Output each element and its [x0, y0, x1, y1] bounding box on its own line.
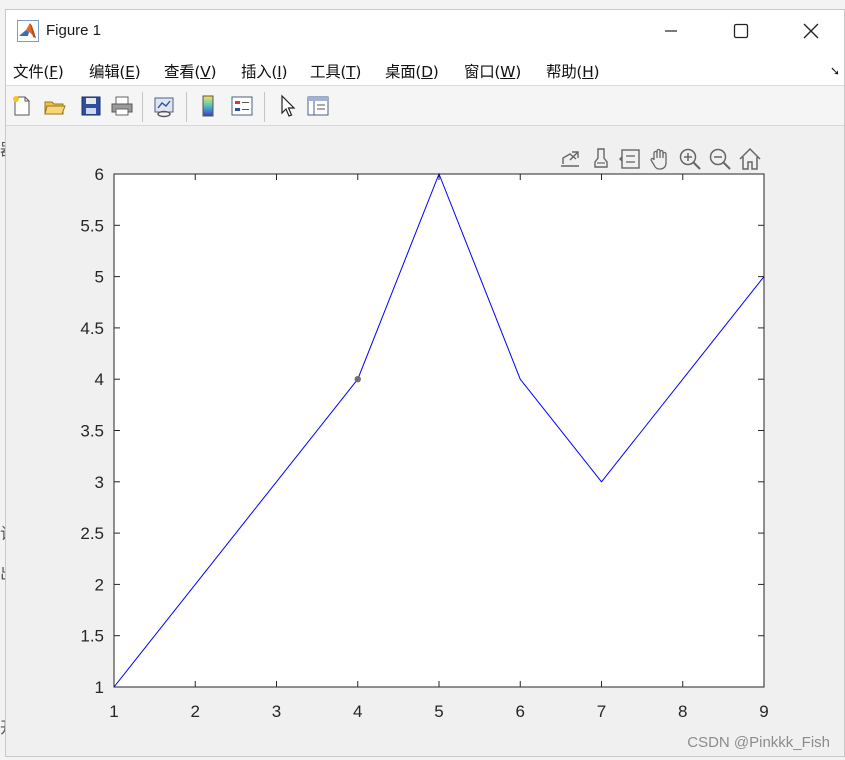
- data-point-marker[interactable]: [354, 376, 361, 383]
- y-tick-labels: 1 1.5 2 2.5 3 3.5 4 4.5 5 5.5 6: [80, 165, 104, 697]
- y-tick-label: 6: [95, 165, 104, 184]
- x-tick-labels: 1 2 3 4 5 6 7 8 9: [109, 702, 768, 721]
- x-tick-label: 5: [434, 702, 443, 721]
- y-tick-label: 1: [95, 678, 104, 697]
- x-tick-label: 2: [191, 702, 200, 721]
- y-tick-label: 5: [95, 268, 104, 287]
- x-tick-label: 1: [109, 702, 118, 721]
- x-tick-label: 9: [759, 702, 768, 721]
- y-tick-label: 1.5: [80, 627, 104, 646]
- y-tick-label: 3: [95, 473, 104, 492]
- y-tick-label: 5.5: [80, 216, 104, 235]
- x-tick-label: 6: [516, 702, 525, 721]
- y-tick-label: 4.5: [80, 319, 104, 338]
- y-tick-label: 4: [95, 370, 104, 389]
- line-chart[interactable]: 1 2 3 4 5 6 7 8 9 1 1.5 2 2.5 3 3.5 4 4.5 5 5.5 6: [0, 0, 845, 760]
- plot-area[interactable]: [114, 174, 764, 687]
- y-tick-label: 2.5: [80, 524, 104, 543]
- x-tick-label: 8: [678, 702, 687, 721]
- y-tick-label: 2: [95, 575, 104, 594]
- x-tick-label: 7: [597, 702, 606, 721]
- y-tick-label: 3.5: [80, 422, 104, 441]
- x-tick-label: 4: [353, 702, 362, 721]
- x-tick-label: 3: [272, 702, 281, 721]
